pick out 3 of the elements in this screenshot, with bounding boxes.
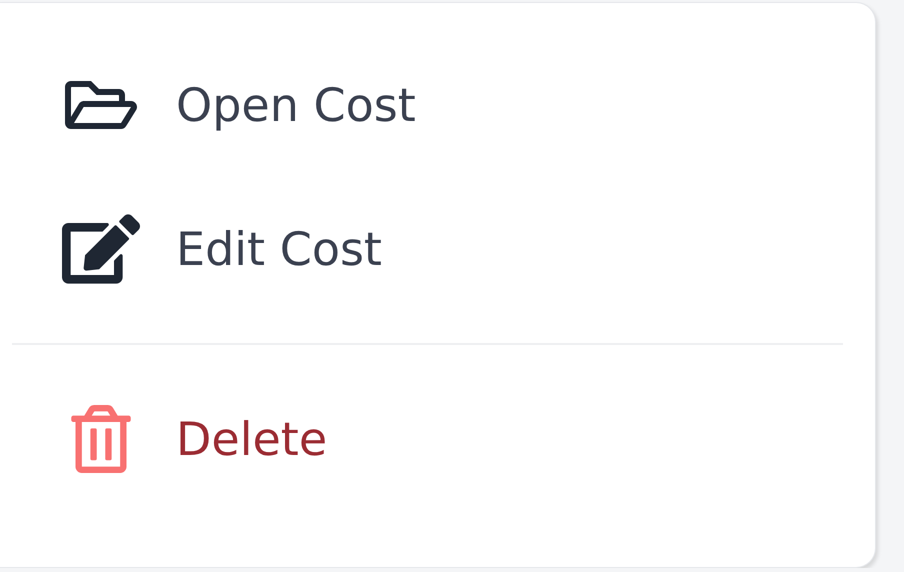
menu-item[interactable]: Edit Cost — [0, 199, 840, 299]
menu-item[interactable]: Delete — [0, 389, 840, 489]
menu-item[interactable]: Open Cost — [0, 55, 840, 155]
